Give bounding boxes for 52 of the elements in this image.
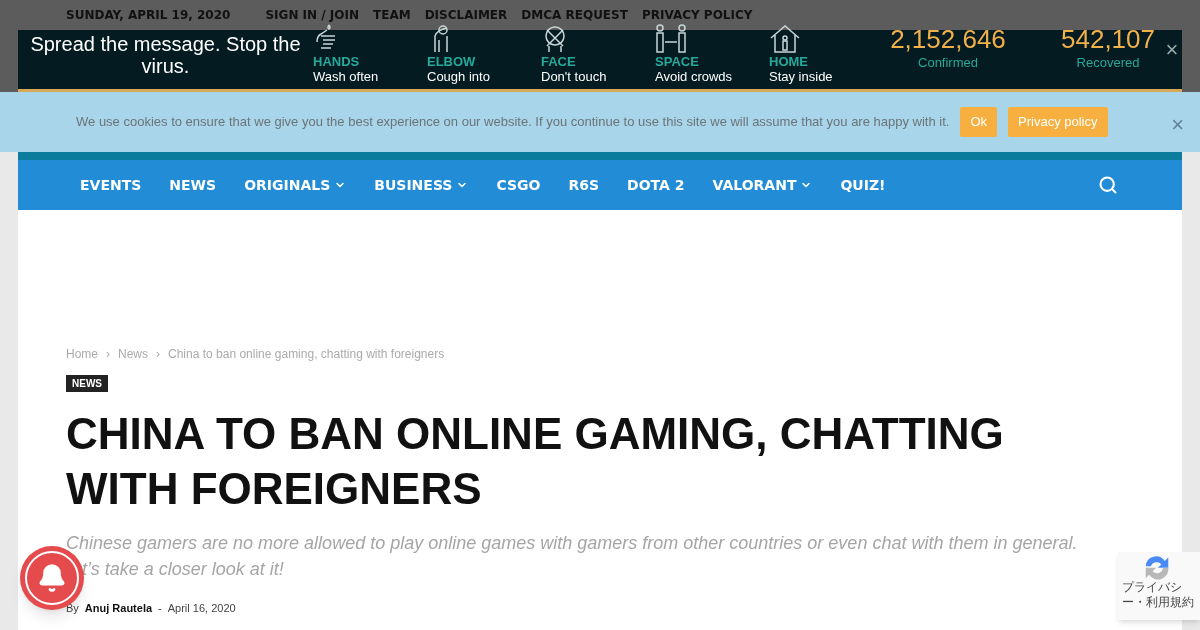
recaptcha-text: プライバシー・利用規約 (1122, 580, 1195, 610)
stat-value: 2,152,646 (890, 24, 1006, 53)
nav-item[interactable]: CSGO (482, 174, 555, 196)
nav-item[interactable]: EVENTS (66, 174, 156, 196)
tip-title: ELBOW (427, 53, 476, 69)
close-button[interactable]: × (1162, 33, 1182, 66)
top-link[interactable]: SIGN IN / JOIN (265, 6, 360, 24)
breadcrumb-link[interactable]: Home (66, 345, 98, 363)
category-tag[interactable]: NEWS (66, 375, 108, 392)
breadcrumb-separator: › (156, 346, 161, 363)
search-icon[interactable] (1098, 175, 1118, 195)
tip-title: HANDS (313, 53, 360, 69)
breadcrumb-link[interactable]: China to ban online gaming, chatting with foreigners (168, 345, 445, 363)
top-link[interactable]: TEAM (373, 6, 411, 24)
space-icon (655, 23, 687, 54)
author-link[interactable]: Anuj Rautela (84, 600, 153, 617)
tip-text: Wash often (313, 68, 379, 84)
home-icon (769, 23, 801, 54)
nav-item[interactable]: VALORANT (698, 174, 827, 196)
article-subtitle: Chinese gamers are no more allowed to play online games with gamers from other countries or even chat with them in general. t’s take a closer look at it! (66, 532, 1079, 581)
stat-value: 542,107 (1061, 24, 1155, 53)
breadcrumb-link[interactable]: News (118, 345, 149, 363)
date-text: SUNDAY, APRIL 19, 2020 (66, 7, 231, 24)
bell-icon (37, 563, 67, 593)
banner-message: Spread the message. Stop the virus. (29, 32, 302, 77)
tip-text: Avoid crowds (655, 68, 733, 84)
breadcrumb-separator: › (106, 346, 110, 363)
cookie-text: We use cookies to ensure that we give you the best experience on our website. If you continue to use this site we will assume that you are happy with it. (76, 113, 950, 132)
nav-item[interactable]: DOTA 2 (613, 174, 699, 196)
ok-button[interactable]: Ok (960, 107, 998, 137)
tip-title: SPACE (655, 53, 699, 69)
nav-item[interactable]: NEWS (155, 174, 231, 196)
tip-text: Cough into (427, 68, 490, 84)
nav-item[interactable]: R6S (554, 174, 614, 196)
article-title: CHINA TO BAN ONLINE GAMING, CHATTING WITH FOREIGNERS (66, 408, 1005, 515)
stat-label: Confirmed (918, 53, 978, 72)
tip-title: FACE (541, 53, 576, 69)
tip-title: HOME (769, 53, 808, 69)
stat-label: Recovered (1076, 53, 1140, 72)
top-link[interactable]: PRIVACY POLICY (641, 6, 753, 24)
nav-item[interactable]: QUIZ! (826, 174, 900, 196)
nav-item[interactable]: BUSINESS (360, 174, 483, 196)
close-button[interactable]: × (1171, 108, 1184, 141)
privacy-policy-button[interactable]: Privacy policy (1008, 107, 1108, 137)
top-link[interactable]: DISCLAIMER (424, 6, 508, 24)
tip-text: Don't touch (541, 68, 607, 84)
article-date: April 16, 2020 (167, 601, 236, 616)
top-link[interactable]: DMCA REQUEST (521, 6, 628, 24)
tip-text: Stay inside (769, 68, 833, 84)
nav-item[interactable]: ORIGINALS (230, 174, 361, 196)
meta-separator: - (158, 601, 162, 616)
recaptcha-badge[interactable]: プライバシー・利用規約 (1118, 552, 1200, 620)
